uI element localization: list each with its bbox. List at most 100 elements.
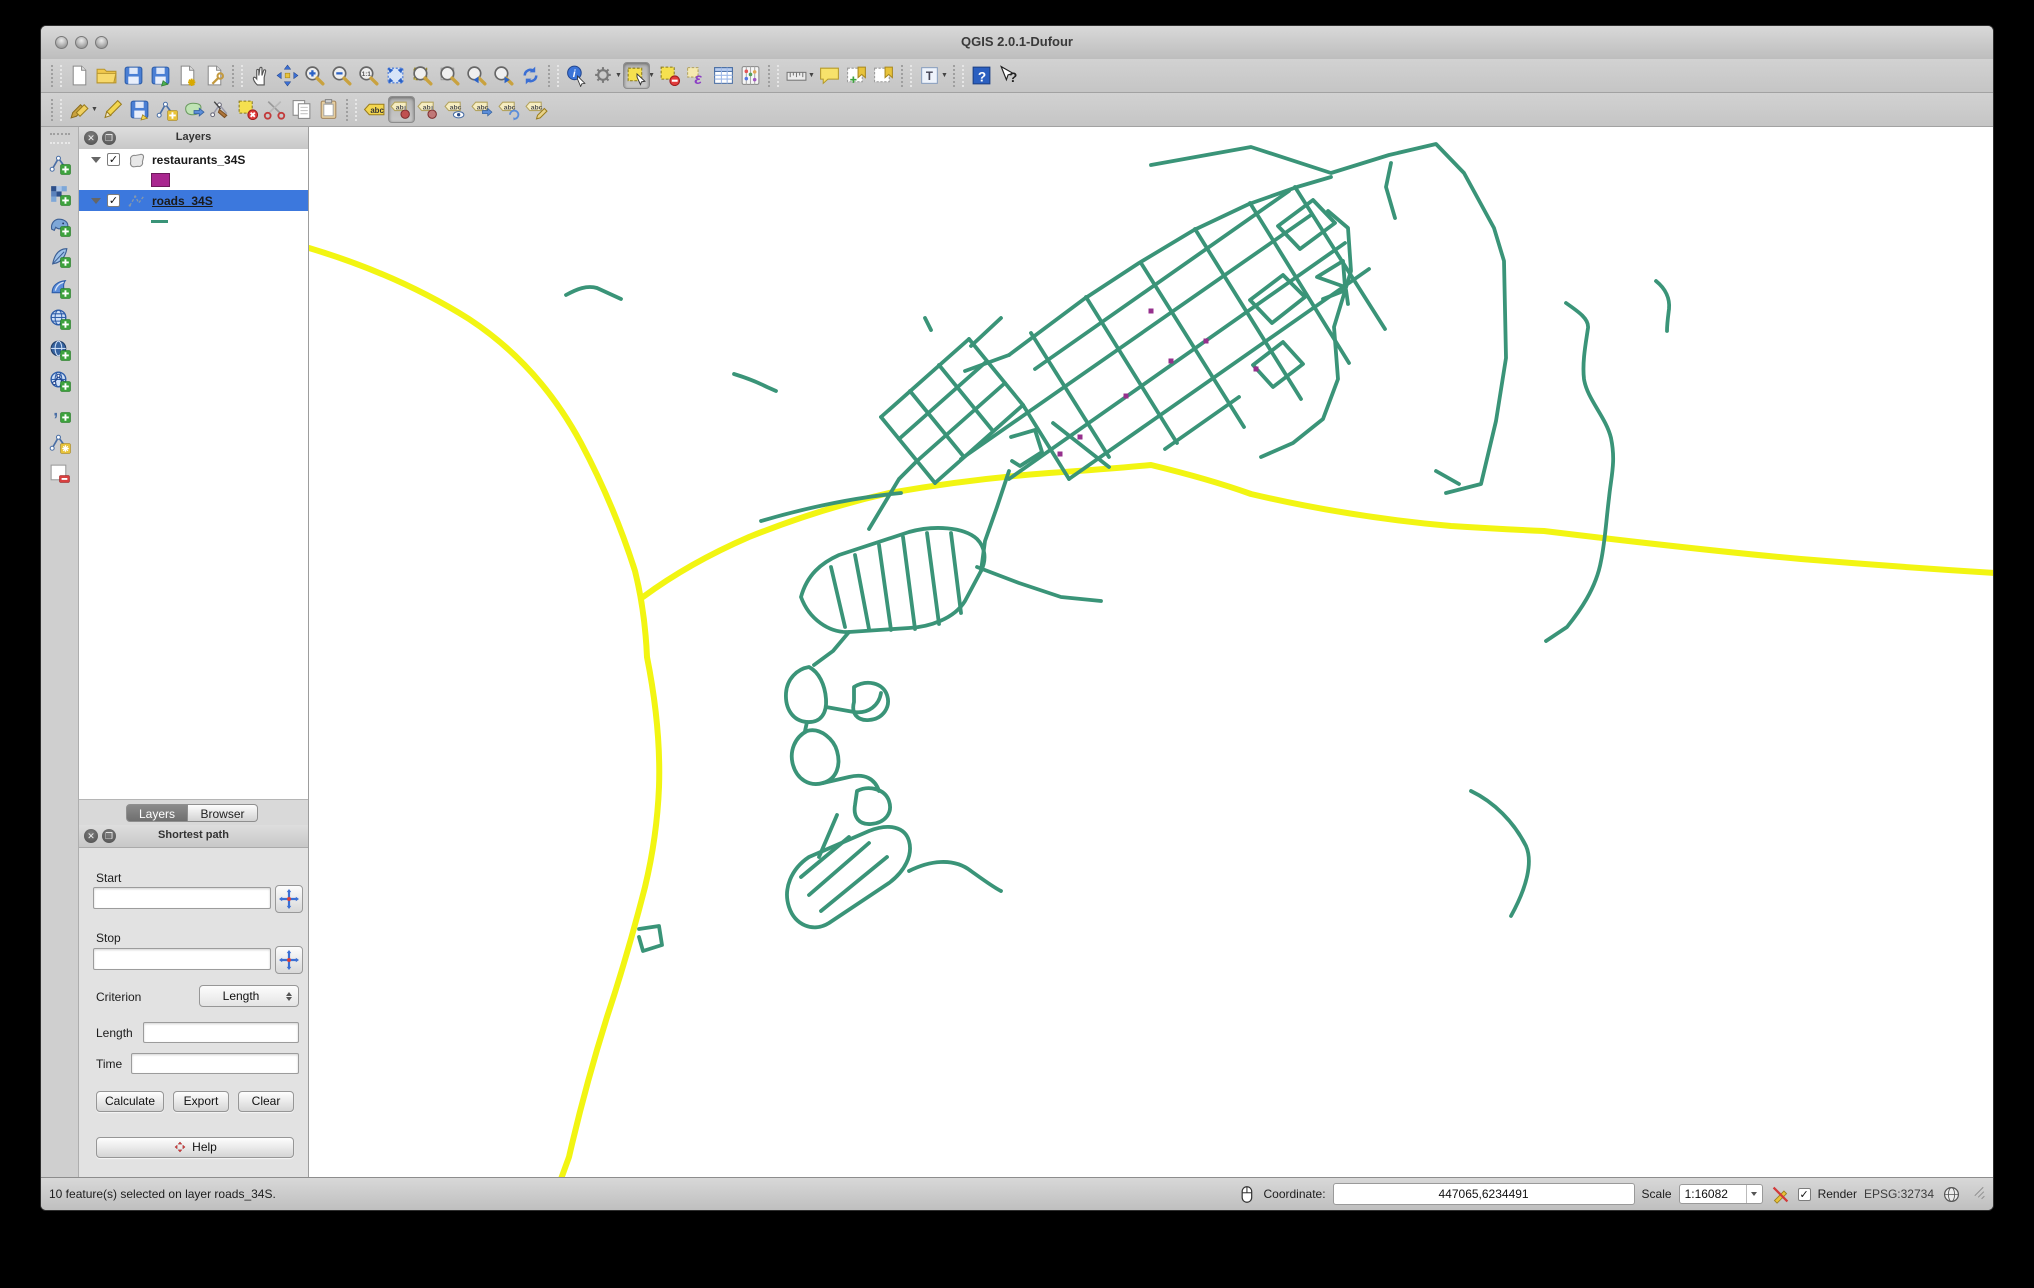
coordinate-toggle-icon[interactable] [1236,1184,1257,1205]
toolbar-grip[interactable] [548,64,559,87]
zoom-to-selection-button[interactable] [409,62,436,89]
current-edits-button[interactable] [66,96,93,123]
add-wcs-layer-button[interactable] [46,336,73,363]
identify-features-button[interactable]: i [563,62,590,89]
toolbar-grip[interactable] [49,133,70,144]
refresh-button[interactable] [517,62,544,89]
highlight-pinned-labels-button[interactable]: ab [415,96,442,123]
layer-visibility-checkbox[interactable]: ✓ [107,194,120,207]
zoom-to-layer-button[interactable] [436,62,463,89]
title-bar[interactable]: QGIS 2.0.1-Dufour [41,26,1993,60]
map-tips-button[interactable] [816,62,843,89]
add-feature-button[interactable] [153,96,180,123]
new-shapefile-layer-button[interactable] [46,429,73,456]
tab-layers[interactable]: Layers [126,804,188,822]
cut-features-button[interactable] [261,96,288,123]
road [1544,301,1615,643]
text-annotation-button[interactable]: T [916,62,943,89]
zoom-next-button[interactable] [490,62,517,89]
stop-render-icon[interactable] [1770,1184,1791,1205]
render-checkbox[interactable]: ✓ [1797,1187,1811,1201]
export-button[interactable]: Export [173,1091,229,1112]
rotate-label-button[interactable]: abc [496,96,523,123]
calculate-button[interactable]: Calculate [96,1091,164,1112]
toolbar-grip[interactable] [346,98,357,121]
open-project-button[interactable] [93,62,120,89]
paste-features-button[interactable] [315,96,342,123]
select-rectangle-button[interactable] [623,62,650,89]
zoom-full-button[interactable] [382,62,409,89]
criterion-select[interactable]: Length [199,985,299,1007]
add-mssql-layer-button[interactable] [46,274,73,301]
show-bookmarks-button[interactable] [870,62,897,89]
help-contents-button[interactable]: ? [968,62,995,89]
expander-icon[interactable] [91,156,101,163]
measure-button[interactable] [783,62,810,89]
coordinate-input[interactable]: 447065,6234491 [1332,1183,1635,1205]
toolbar-grip[interactable] [768,64,779,87]
zoom-in-button[interactable] [301,62,328,89]
tab-browser[interactable]: Browser [188,804,258,822]
save-project-as-button[interactable] [147,62,174,89]
new-bookmark-button[interactable] [843,62,870,89]
show-hide-labels-button[interactable]: abc [442,96,469,123]
layer-row-restaurants_34S[interactable]: ✓ restaurants_34S [79,149,308,170]
move-feature-button[interactable] [180,96,207,123]
move-label-button[interactable]: abc [469,96,496,123]
labeling-options-button[interactable]: abc [361,96,388,123]
map-canvas[interactable] [309,127,1993,1177]
add-spatialite-layer-button[interactable] [46,243,73,270]
pin-labels-button[interactable]: ab [388,96,415,123]
composer-manager-button[interactable] [201,62,228,89]
toolbar-grip[interactable] [51,98,62,121]
new-project-button[interactable] [66,62,93,89]
add-vector-layer-button[interactable] [46,150,73,177]
pan-to-selection-button[interactable] [274,62,301,89]
change-label-properties-button[interactable]: abc [523,96,550,123]
time-input[interactable] [131,1053,299,1074]
scale-select[interactable]: 1:16082 [1678,1184,1763,1204]
remove-layer-button[interactable] [46,460,73,487]
help-button[interactable]: Help [96,1137,294,1158]
svg-text:,: , [53,400,58,420]
polygon-layer-icon [128,152,146,168]
road [907,860,1003,893]
add-wfs-layer-button[interactable] [46,367,73,394]
deselect-all-button[interactable] [656,62,683,89]
resize-grip[interactable] [1973,1186,1985,1199]
node-tool-button[interactable] [207,96,234,123]
new-print-composer-button[interactable] [174,62,201,89]
add-wms-layer-button[interactable] [46,305,73,332]
layer-visibility-checkbox[interactable]: ✓ [107,153,120,166]
toolbar-grip[interactable] [901,64,912,87]
add-delimited-text-layer-button[interactable]: , [46,398,73,425]
expander-icon[interactable] [91,197,101,204]
select-by-expression-button[interactable]: ε [683,62,710,89]
toolbar-grip[interactable] [232,64,243,87]
start-input[interactable] [93,887,271,909]
copy-features-button[interactable] [288,96,315,123]
clear-button[interactable]: Clear [238,1091,294,1112]
start-capture-point-button[interactable] [275,885,303,913]
open-attribute-table-button[interactable] [710,62,737,89]
stop-capture-point-button[interactable] [275,946,303,974]
toolbar-grip[interactable] [51,64,62,87]
stop-input[interactable] [93,948,271,970]
zoom-out-button[interactable] [328,62,355,89]
crs-globe-icon[interactable] [1941,1184,1962,1205]
pan-map-button[interactable] [247,62,274,89]
zoom-last-button[interactable] [463,62,490,89]
zoom-native-button[interactable]: 1:1 [355,62,382,89]
delete-selected-button[interactable] [234,96,261,123]
add-postgis-layer-button[interactable] [46,212,73,239]
run-feature-action-button[interactable] [590,62,617,89]
add-raster-layer-button[interactable] [46,181,73,208]
toggle-editing-button[interactable] [99,96,126,123]
toolbar-grip[interactable] [953,64,964,87]
field-calculator-button[interactable] [737,62,764,89]
save-layer-edits-button[interactable] [126,96,153,123]
save-project-button[interactable] [120,62,147,89]
whats-this-button[interactable]: ? [995,62,1022,89]
layer-row-roads_34S[interactable]: ✓ roads_34S [79,190,308,211]
length-input[interactable] [143,1022,299,1043]
